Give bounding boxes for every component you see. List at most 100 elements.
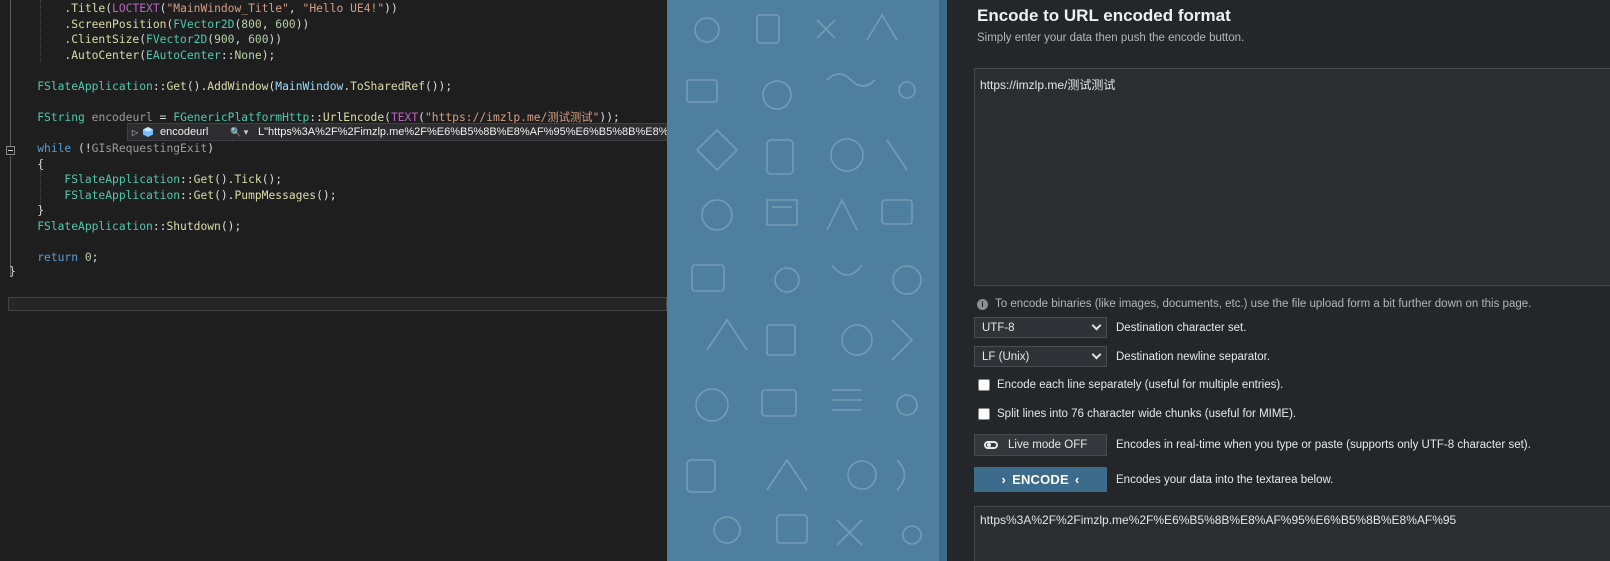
code-token: return	[37, 251, 79, 264]
code-token: 600	[248, 33, 269, 46]
live-mode-description: Encodes in real-time when you type or pa…	[1116, 439, 1531, 451]
datatip-value[interactable]: L"https%3A%2F%2Fimzlp.me%2F%E6%B5%8B%E8%…	[258, 126, 667, 138]
code-line[interactable]: }	[10, 203, 44, 219]
code-token: FSlateApplication	[37, 80, 153, 93]
split-lines-label[interactable]: Split lines into 76 character wide chunk…	[997, 408, 1296, 420]
code-token: Get	[193, 189, 215, 202]
code-line[interactable]: .Title(LOCTEXT("MainWindow_Title", "Hell…	[10, 1, 398, 17]
decorative-pattern-panel	[667, 0, 947, 561]
variable-object-icon	[143, 127, 153, 137]
code-token: ScreenPosition	[71, 18, 167, 31]
code-token: ::	[152, 80, 167, 93]
code-token: FSlateApplication	[64, 173, 181, 186]
code-line[interactable]: while (!GIsRequestingExit)	[10, 141, 214, 157]
expand-arrow-icon[interactable]: ▷	[128, 128, 142, 137]
split-lines-checkbox[interactable]	[978, 408, 990, 420]
binary-note-text: To encode binaries (like images, documen…	[995, 298, 1532, 310]
code-token: "MainWindow_Title"	[166, 2, 289, 15]
code-token: LOCTEXT	[112, 2, 160, 15]
code-token: FVector2D	[146, 33, 208, 46]
code-token: Get	[166, 80, 187, 93]
code-token: .	[10, 33, 72, 46]
code-line[interactable]: return 0;	[10, 250, 98, 266]
code-token: FVector2D	[173, 18, 235, 31]
code-token: "Hello UE4!"	[302, 2, 385, 15]
code-token: ClientSize	[71, 33, 140, 46]
code-token: ::	[180, 189, 194, 202]
code-line[interactable]: FSlateApplication::Get().AddWindow(MainW…	[10, 79, 452, 95]
code-token: ::	[180, 173, 194, 186]
charset-row: UTF-8 Destination character set.	[974, 317, 1246, 338]
chevron-down-icon	[1091, 349, 1102, 360]
info-icon: i	[977, 298, 988, 310]
code-line[interactable]: .AutoCenter(EAutoCenter::None);	[10, 48, 275, 64]
horizontal-scrollbar[interactable]	[8, 297, 667, 311]
code-token: while	[37, 142, 72, 155]
code-line[interactable]: FSlateApplication::Get().PumpMessages();	[10, 188, 336, 204]
code-token: AutoCenter	[71, 49, 140, 62]
code-line[interactable]: {	[10, 157, 44, 173]
doodle-pattern-background	[686, 13, 922, 546]
code-token: Title	[71, 2, 106, 15]
code-token: ))	[384, 2, 398, 15]
code-token: Tick	[234, 173, 262, 186]
output-textarea[interactable]: https%3A%2F%2Fimzlp.me%2F%E6%B5%8B%E8%AF…	[974, 506, 1610, 561]
live-mode-row: Live mode OFF Encodes in real-time when …	[974, 434, 1531, 456]
input-textarea[interactable]: https://imzlp.me/测试测试	[974, 68, 1610, 286]
code-line[interactable]: .ScreenPosition(FVector2D(800, 600))	[10, 17, 309, 33]
page-title: Encode to URL encoded format	[977, 6, 1231, 25]
code-token: ();	[220, 220, 242, 233]
charset-value: UTF-8	[982, 321, 1015, 334]
each-line-label[interactable]: Encode each line separately (useful for …	[997, 379, 1283, 391]
code-token: 800	[241, 18, 262, 31]
code-editor[interactable]: .Title(LOCTEXT("MainWindow_Title", "Hell…	[0, 0, 667, 561]
chevron-right-icon: ›	[1001, 472, 1007, 487]
code-closing-brace: }	[9, 265, 16, 278]
code-token: )	[207, 142, 215, 155]
newline-select[interactable]: LF (Unix)	[974, 346, 1107, 367]
newline-label: Destination newline separator.	[1116, 350, 1271, 363]
code-token: Get	[193, 173, 215, 186]
code-token: .	[10, 18, 72, 31]
code-token: None	[234, 49, 262, 62]
code-line[interactable]: FSlateApplication::Get().Tick();	[10, 172, 282, 188]
charset-select[interactable]: UTF-8	[974, 317, 1107, 338]
debugger-datatip[interactable]: ▷ encodeurl 🔍 ▾ L"https%3A%2F%2Fimzlp.me…	[127, 123, 667, 141]
datatip-variable-name: encodeurl	[160, 126, 209, 138]
live-mode-toggle[interactable]: Live mode OFF	[974, 434, 1107, 456]
each-line-checkbox[interactable]	[978, 379, 990, 391]
code-token: ;	[91, 251, 99, 264]
code-token: .	[10, 2, 72, 15]
code-token: ().	[214, 189, 235, 202]
visualizer-search-icon[interactable]: 🔍 ▾	[230, 127, 258, 138]
code-token: MainWindow	[275, 80, 344, 93]
code-token: {	[10, 158, 45, 171]
code-token: .	[10, 49, 72, 62]
encode-description: Encodes your data into the textarea belo…	[1116, 473, 1334, 486]
charset-label: Destination character set.	[1116, 321, 1247, 334]
code-token: ().	[186, 80, 208, 93]
code-token: PumpMessages	[234, 189, 317, 202]
encode-button[interactable]: › ENCODE ‹	[974, 467, 1107, 492]
code-token: EAutoCenter	[146, 49, 221, 62]
url-encoder-page: Encode to URL encoded format Simply ente…	[947, 0, 1610, 561]
code-token: );	[261, 49, 276, 62]
code-line[interactable]: .ClientSize(FVector2D(900, 600))	[10, 32, 282, 48]
pattern-edge-stripe	[939, 0, 947, 561]
code-token: ::	[152, 220, 167, 233]
code-token: ,	[288, 2, 303, 15]
toggle-icon	[984, 441, 998, 449]
code-token: ());	[424, 80, 453, 93]
code-token: ::	[220, 49, 235, 62]
code-line[interactable]: FSlateApplication::Shutdown();	[10, 219, 241, 235]
split-lines-row: Split lines into 76 character wide chunk…	[974, 408, 1296, 420]
chevron-down-icon	[1091, 320, 1102, 331]
chevron-left-icon: ‹	[1074, 472, 1080, 487]
